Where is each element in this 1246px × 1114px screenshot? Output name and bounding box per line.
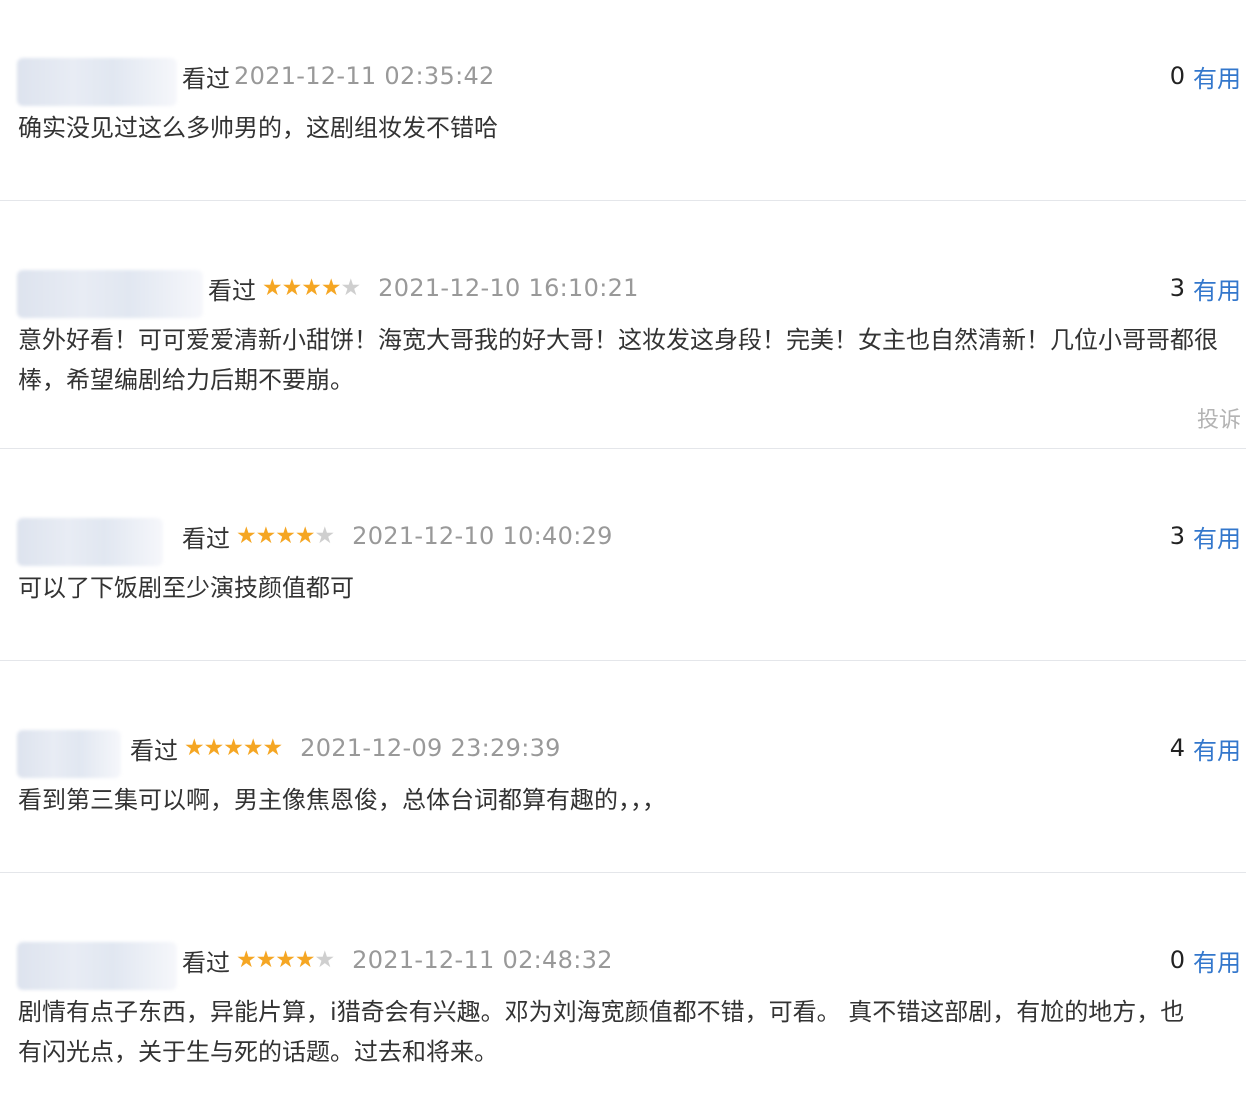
useful-vote[interactable]: 0 有用 — [1170, 56, 1241, 96]
watched-status: 看过 — [182, 64, 230, 93]
useful-button[interactable]: 有用 — [1193, 731, 1241, 766]
useful-vote[interactable]: 4 有用 — [1170, 728, 1241, 768]
star-icon: ★ — [242, 735, 264, 761]
useful-count: 3 — [1169, 522, 1185, 550]
useful-vote[interactable]: 3 有用 — [1170, 516, 1241, 556]
review-text: 看到第三集可以啊，男主像焦恩俊，总体台词都算有趣的，，， — [18, 786, 666, 814]
star-icon: ★ — [301, 275, 322, 301]
useful-vote[interactable]: 0 有用 — [1170, 940, 1241, 980]
star-icon: ★ — [275, 947, 296, 973]
star-icon: ★ — [262, 735, 284, 761]
useful-button[interactable]: 有用 — [1193, 59, 1241, 94]
star-empty-icon: ★ — [314, 947, 336, 973]
avatar[interactable] — [17, 58, 177, 106]
watched-status: 看过 — [208, 276, 256, 305]
useful-button[interactable]: 有用 — [1193, 519, 1241, 554]
review-meta: 看过 ★ ★ ★ ★ ★ 2021-12-09 23:29:39 — [130, 728, 561, 768]
useful-button[interactable]: 有用 — [1193, 271, 1241, 306]
useful-count: 3 — [1169, 274, 1185, 302]
avatar[interactable] — [17, 942, 177, 990]
useful-count: 0 — [1169, 62, 1185, 90]
star-rating: ★ ★ ★ ★ ★ — [236, 947, 336, 973]
star-icon: ★ — [236, 947, 257, 973]
star-rating: ★ ★ ★ ★ ★ — [262, 275, 362, 301]
useful-count: 4 — [1169, 734, 1185, 762]
useful-count: 0 — [1169, 946, 1185, 974]
star-rating: ★ ★ ★ ★ ★ — [184, 735, 284, 761]
useful-vote[interactable]: 3 有用 — [1170, 268, 1241, 308]
review-date: 2021-12-09 23:29:39 — [300, 734, 561, 762]
review-meta: 看过 ★ ★ ★ ★ ★ 2021-12-11 02:48:32 — [182, 940, 613, 980]
watched-status: 看过 — [182, 524, 230, 553]
star-icon: ★ — [294, 947, 316, 973]
star-icon: ★ — [223, 735, 244, 761]
avatar[interactable] — [17, 518, 163, 566]
star-icon: ★ — [320, 275, 342, 301]
star-rating: ★ ★ ★ ★ ★ — [236, 523, 336, 549]
watched-status: 看过 — [182, 948, 230, 977]
star-icon: ★ — [184, 735, 205, 761]
star-empty-icon: ★ — [340, 275, 362, 301]
avatar[interactable] — [17, 730, 121, 778]
review-date: 2021-12-11 02:48:32 — [352, 946, 613, 974]
review-text: 剧情有点子东西，异能片算，i猎奇会有兴趣。邓为刘海宽颜值都不错，可看。 真不错这… — [18, 998, 1185, 1066]
divider — [0, 660, 1246, 661]
star-icon: ★ — [255, 523, 277, 549]
review-meta: 看过 ★ ★ ★ ★ ★ 2021-12-10 10:40:29 — [182, 516, 613, 556]
review-meta: 看过 ★ ★ ★ ★ ★ 2021-12-10 16:10:21 — [208, 268, 639, 308]
review-date: 2021-12-10 16:10:21 — [378, 274, 639, 302]
divider — [0, 872, 1246, 873]
star-icon: ★ — [275, 523, 296, 549]
review-date: 2021-12-10 10:40:29 — [352, 522, 613, 550]
review-text: 意外好看！可可爱爱清新小甜饼！海宽大哥我的好大哥！这妆发这身段！完美！女主也自然… — [18, 326, 1218, 394]
star-icon: ★ — [255, 947, 277, 973]
avatar[interactable] — [17, 270, 203, 318]
star-empty-icon: ★ — [314, 523, 336, 549]
watched-status: 看过 — [130, 736, 178, 765]
star-icon: ★ — [236, 523, 257, 549]
star-icon: ★ — [262, 275, 283, 301]
divider — [0, 200, 1246, 201]
review-date: 2021-12-11 02:35:42 — [234, 62, 495, 90]
divider — [0, 448, 1246, 449]
star-icon: ★ — [281, 275, 303, 301]
review-text: 可以了下饭剧至少演技颜值都可 — [18, 574, 354, 602]
useful-button[interactable]: 有用 — [1193, 943, 1241, 978]
star-icon: ★ — [203, 735, 225, 761]
report-button[interactable]: 投诉 — [1197, 402, 1241, 434]
review-meta: 看过 2021-12-11 02:35:42 — [182, 56, 495, 96]
review-text: 确实没见过这么多帅男的，这剧组妆发不错哈 — [18, 114, 498, 142]
star-icon: ★ — [294, 523, 316, 549]
